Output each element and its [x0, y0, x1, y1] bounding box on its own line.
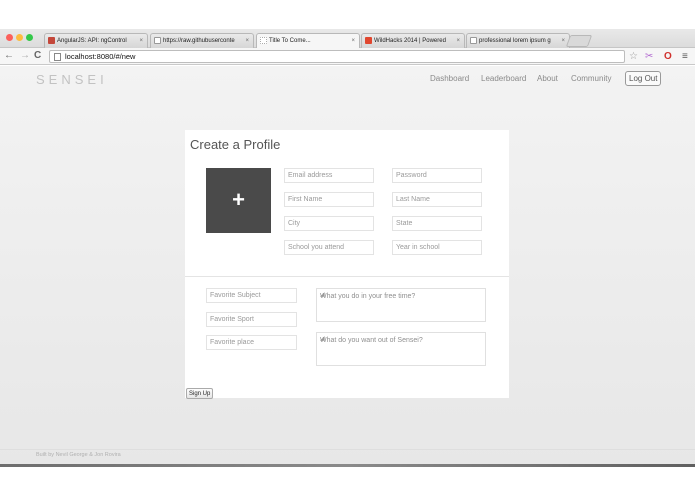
menu-icon[interactable]: ≡: [682, 50, 688, 63]
email-placeholder: Email address: [288, 172, 333, 179]
nav-leaderboard[interactable]: Leaderboard: [481, 73, 526, 85]
angular-icon: [48, 37, 55, 44]
browser-tab-active[interactable]: Title To Come... ×: [256, 33, 360, 48]
city-field[interactable]: City: [284, 216, 374, 231]
footer-credit: Built by Nevil George & Jon Rovira: [36, 452, 121, 458]
state-placeholder: State: [396, 220, 413, 227]
sport-placeholder: Favorite Sport: [210, 316, 254, 323]
favorite-subject-field[interactable]: Favorite Subject: [206, 288, 297, 303]
nav-dashboard[interactable]: Dashboard: [430, 73, 469, 85]
last-name-placeholder: Last Name: [396, 196, 430, 203]
logout-button[interactable]: Log Out: [625, 71, 662, 86]
password-placeholder: Password: [396, 172, 427, 179]
tab-close-icon[interactable]: ×: [456, 34, 460, 48]
browser-window: AngularJS: API: ngControl × https://raw.…: [0, 0, 695, 494]
page-icon: [54, 53, 61, 61]
opera-icon[interactable]: O: [664, 50, 672, 63]
first-name-field[interactable]: First Name: [284, 192, 374, 207]
reload-icon[interactable]: C: [34, 49, 41, 63]
browser-tab[interactable]: AngularJS: API: ngControl ×: [44, 33, 148, 48]
section-divider: [185, 276, 509, 277]
favorite-sport-field[interactable]: Favorite Sport: [206, 312, 297, 327]
plus-icon: +: [232, 187, 245, 212]
site-logo[interactable]: SENSEI: [36, 72, 108, 87]
password-field[interactable]: Password: [392, 168, 482, 183]
subject-placeholder: Favorite Subject: [210, 292, 261, 299]
tab-title: AngularJS: API: ngControl: [57, 38, 127, 44]
place-placeholder: Favorite place: [210, 339, 254, 346]
last-name-field[interactable]: Last Name: [392, 192, 482, 207]
want-out-textarea[interactable]: What do you want out of Sensei? ◢: [316, 332, 486, 366]
school-field[interactable]: School you attend: [284, 240, 374, 255]
tab-title: https://raw.githubuserconte: [163, 38, 235, 44]
maximize-window-button[interactable]: [26, 34, 33, 41]
address-bar[interactable]: localhost:8080/#/new: [49, 50, 625, 63]
free-time-textarea[interactable]: What you do in your free time? ◢: [316, 288, 486, 322]
nav-community[interactable]: Community: [571, 73, 611, 85]
tab-close-icon[interactable]: ×: [139, 34, 143, 48]
state-field[interactable]: State: [392, 216, 482, 231]
url-text: localhost:8080/#/new: [65, 52, 136, 61]
sign-up-button[interactable]: Sign Up: [186, 388, 214, 399]
scissors-icon[interactable]: ✂: [645, 50, 653, 63]
page-icon: [470, 37, 477, 44]
first-name-placeholder: First Name: [288, 196, 323, 203]
tab-title: professional lorem ipsum g: [479, 38, 551, 44]
browser-tab[interactable]: WildHacks 2014 | Powered ×: [361, 33, 465, 48]
back-arrow-icon[interactable]: ←: [4, 49, 14, 63]
email-field[interactable]: Email address: [284, 168, 374, 183]
browser-tab[interactable]: https://raw.githubuserconte ×: [150, 33, 254, 48]
tab-close-icon[interactable]: ×: [245, 34, 249, 48]
browser-tab[interactable]: professional lorem ipsum g ×: [466, 33, 570, 48]
city-placeholder: City: [288, 220, 301, 227]
page-icon: [260, 37, 267, 44]
year-placeholder: Year in school: [396, 244, 440, 251]
year-field[interactable]: Year in school: [392, 240, 482, 255]
page-icon: [154, 37, 161, 44]
school-placeholder: School you attend: [288, 244, 345, 251]
tab-title: Title To Come...: [269, 38, 311, 44]
footer-divider: [0, 449, 695, 450]
tab-close-icon[interactable]: ×: [561, 34, 565, 48]
new-tab-button[interactable]: [565, 35, 593, 47]
tab-title: WildHacks 2014 | Powered: [374, 38, 446, 44]
resize-grip-icon[interactable]: ◢: [320, 336, 483, 364]
star-icon[interactable]: ☆: [629, 50, 638, 63]
avatar-upload[interactable]: +: [206, 168, 271, 233]
tab-close-icon[interactable]: ×: [351, 34, 355, 48]
favorite-place-field[interactable]: Favorite place: [206, 335, 297, 350]
resize-grip-icon[interactable]: ◢: [320, 292, 483, 320]
minimize-window-button[interactable]: [16, 34, 23, 41]
forward-arrow-icon[interactable]: →: [20, 49, 30, 63]
nav-about[interactable]: About: [537, 73, 558, 85]
page-title: Create a Profile: [190, 137, 281, 152]
close-window-button[interactable]: [6, 34, 13, 41]
wildhacks-icon: [365, 37, 372, 44]
desktop-strip: [0, 464, 695, 467]
